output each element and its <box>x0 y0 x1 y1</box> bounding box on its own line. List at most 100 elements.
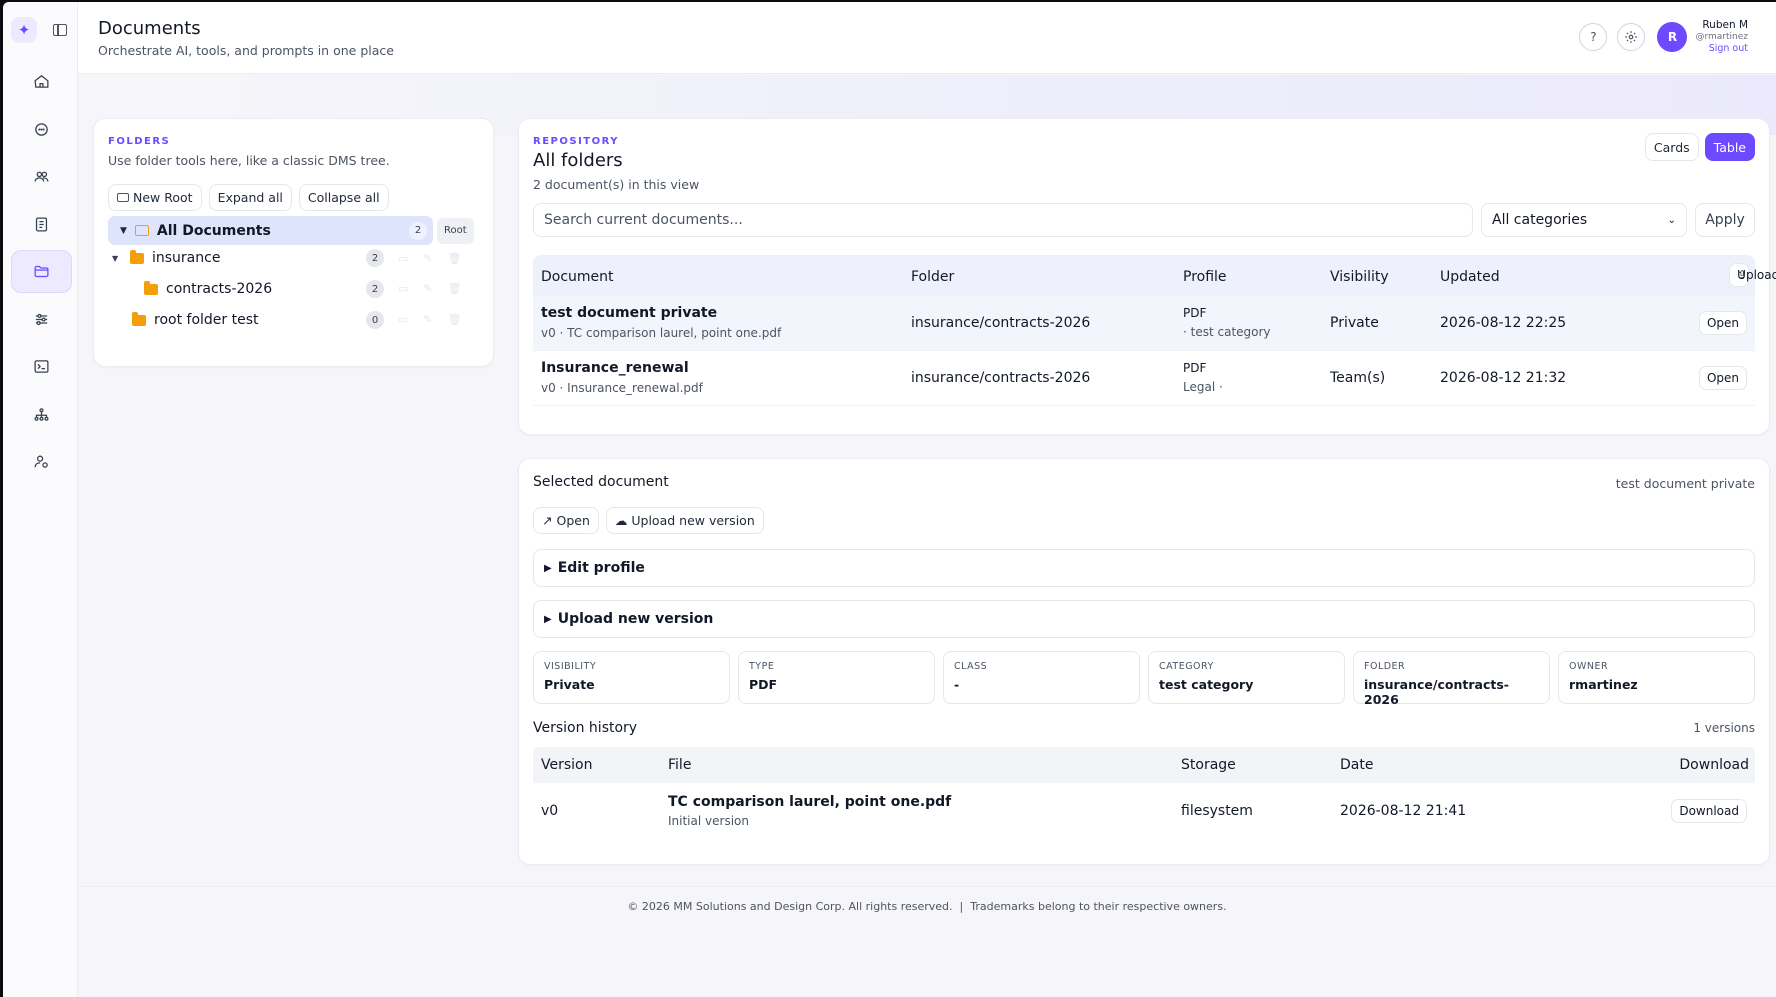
sidebar-item-user-settings[interactable] <box>11 440 72 483</box>
document-folder: insurance/contracts-2026 <box>911 370 1091 386</box>
sign-out-link[interactable]: Sign out <box>1695 43 1748 55</box>
document-sub: v0 · Insurance_renewal.pdf <box>541 381 703 395</box>
collapse-all-button[interactable]: Collapse all <box>298 184 389 211</box>
document-visibility: Team(s) <box>1330 370 1386 386</box>
footer-copyright: © 2026 MM Solutions and Design Corp. All… <box>627 900 953 913</box>
category-select-value: All categories <box>1492 212 1588 228</box>
open-label: Open <box>556 513 590 528</box>
selected-document-panel: Selected document test document private … <box>518 458 1770 865</box>
version-table: Version File Storage Date Download v0 TC… <box>533 747 1755 840</box>
meta-owner: OWNER rmartinez <box>1558 651 1755 704</box>
version-history-title: Version history <box>533 720 638 736</box>
help-icon[interactable]: ? <box>1579 23 1608 51</box>
tree-root-row[interactable]: ▼ All Documents 2 Root <box>108 216 481 245</box>
external-link-icon: ↗ <box>542 513 553 528</box>
col-folder[interactable]: Folder <box>911 269 954 285</box>
document-updated: 2026-08-12 22:25 <box>1440 315 1567 331</box>
repository-count: 2 document(s) in this view <box>533 177 700 192</box>
caret-down-icon[interactable]: ▼ <box>120 226 127 236</box>
meta-key: TYPE <box>749 661 775 672</box>
expand-all-button[interactable]: Expand all <box>208 184 292 211</box>
version-note: Initial version <box>668 814 749 828</box>
trash-icon[interactable]: 🗑 <box>448 313 462 326</box>
tree-item-label: insurance <box>152 250 221 266</box>
sidebar-item-documents[interactable] <box>11 250 72 293</box>
col-updated[interactable]: Updated <box>1440 269 1500 285</box>
tree-item-insurance[interactable]: ▼ insurance <box>112 247 220 269</box>
download-button[interactable]: Download <box>1671 799 1747 823</box>
open-document-button[interactable]: ↗ Open <box>533 507 599 534</box>
sidebar-item-hierarchy[interactable] <box>11 393 72 436</box>
upload-button[interactable]: ⇪ Upload <box>1729 263 1776 287</box>
root-tag: Root <box>437 217 474 244</box>
col-document[interactable]: Document <box>541 269 614 285</box>
col-version: Version <box>541 757 593 773</box>
upload-label: Upload <box>1737 268 1776 282</box>
upload-version-section[interactable]: ▶ Upload new version <box>533 600 1755 638</box>
folder-add-icon[interactable]: ▭ <box>398 282 408 295</box>
edit-icon[interactable]: ✎ <box>423 252 432 265</box>
tree-root-label: All Documents <box>156 222 271 239</box>
view-table-button[interactable]: Table <box>1704 133 1755 161</box>
document-folder: insurance/contracts-2026 <box>911 315 1091 331</box>
document-updated: 2026-08-12 21:32 <box>1440 370 1567 386</box>
document-name[interactable]: Insurance_renewal <box>541 360 689 376</box>
folder-icon <box>34 265 49 278</box>
table-row[interactable]: Insurance_renewal v0 · Insurance_renewal… <box>533 351 1755 406</box>
selected-document-name: test document private <box>1615 476 1755 491</box>
caret-right-icon: ▶ <box>544 562 552 574</box>
folders-eyebrow: FOLDERS <box>108 136 171 147</box>
footer-trademark: Trademarks belong to their respective ow… <box>970 900 1227 913</box>
meta-value: insurance/contracts-2026 <box>1364 677 1509 707</box>
category-select[interactable]: All categories ⌄ <box>1481 203 1687 237</box>
trash-icon[interactable]: 🗑 <box>448 282 462 295</box>
user-menu[interactable]: R Ruben M @rmartinez Sign out <box>1655 17 1756 57</box>
hierarchy-icon <box>34 407 49 421</box>
sidebar-item-terminal[interactable] <box>11 345 72 388</box>
col-date: Date <box>1340 757 1374 773</box>
user-handle: @rmartinez <box>1695 32 1748 42</box>
document-name[interactable]: test document private <box>541 305 717 321</box>
repository-eyebrow: REPOSITORY <box>533 136 620 147</box>
col-download: Download <box>1679 757 1749 773</box>
upload-new-version-button[interactable]: ☁ Upload new version <box>605 507 764 534</box>
trash-icon[interactable]: 🗑 <box>448 252 462 265</box>
col-visibility[interactable]: Visibility <box>1330 269 1389 285</box>
folder-icon <box>144 280 158 295</box>
open-button[interactable]: Open <box>1698 366 1747 390</box>
version-history-count: 1 versions <box>1693 721 1755 735</box>
gear-icon[interactable] <box>1617 23 1646 51</box>
folder-add-icon[interactable]: ▭ <box>398 313 408 326</box>
new-root-button[interactable]: New Root <box>108 184 202 211</box>
sidebar-item-chat[interactable] <box>11 108 72 151</box>
apply-button[interactable]: Apply <box>1695 203 1755 237</box>
meta-key: FOLDER <box>1364 661 1406 672</box>
col-profile[interactable]: Profile <box>1183 269 1227 285</box>
sidebar-item-users[interactable] <box>11 155 72 198</box>
documents-table-header: Document Folder Profile Visibility Updat… <box>533 255 1776 296</box>
sidebar-item-notes[interactable] <box>11 203 72 246</box>
meta-category: CATEGORY test category <box>1148 651 1345 704</box>
view-cards-button[interactable]: Cards <box>1644 133 1699 161</box>
tree-item-root-folder-test[interactable]: root folder test <box>132 309 259 331</box>
sidebar-item-settings[interactable] <box>11 298 72 341</box>
tree-item-count: 2 <box>366 249 384 267</box>
cloud-upload-icon: ☁ <box>614 513 628 528</box>
edit-profile-section[interactable]: ▶ Edit profile <box>533 549 1755 587</box>
sidebar-toggle-icon[interactable] <box>47 17 73 43</box>
sparkle-logo-icon[interactable]: ✦ <box>11 17 37 43</box>
chat-icon <box>35 122 48 136</box>
edit-icon[interactable]: ✎ <box>423 313 432 326</box>
terminal-icon <box>34 360 49 373</box>
document-profile-sub: Legal · <box>1183 380 1223 394</box>
version-table-header: Version File Storage Date Download <box>533 747 1755 783</box>
folder-add-icon[interactable]: ▭ <box>398 252 408 265</box>
open-button[interactable]: Open <box>1698 311 1747 335</box>
search-input[interactable] <box>533 203 1473 237</box>
notes-icon <box>35 216 48 232</box>
sidebar-item-home[interactable] <box>11 60 72 103</box>
edit-icon[interactable]: ✎ <box>423 282 432 295</box>
tree-item-contracts-2026[interactable]: contracts-2026 <box>144 278 272 300</box>
caret-down-icon[interactable]: ▼ <box>112 254 122 263</box>
table-row[interactable]: test document private v0 · TC comparison… <box>533 296 1755 351</box>
